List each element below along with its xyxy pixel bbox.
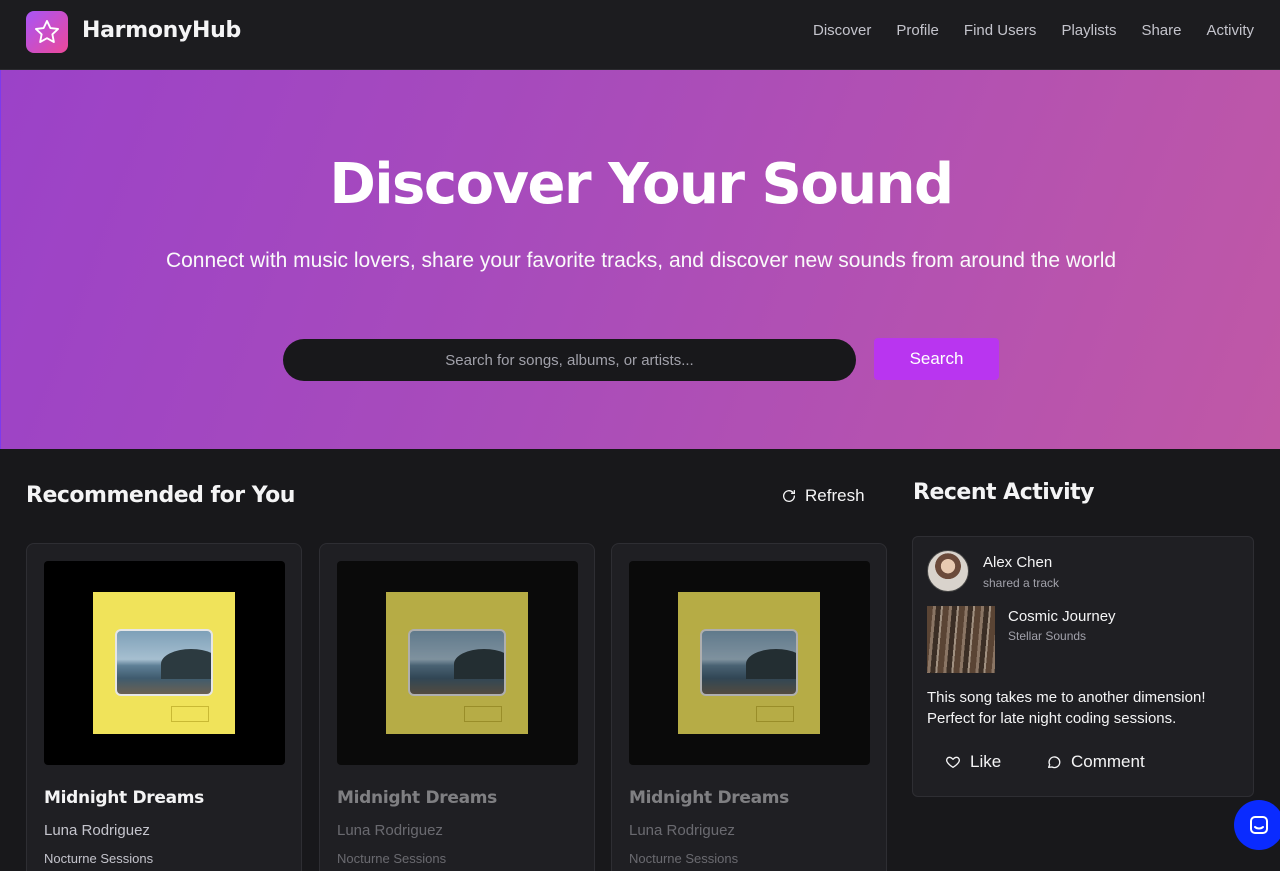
like-button[interactable]: Like	[945, 752, 1001, 772]
activity-comment: This song takes me to another dimension!…	[927, 689, 1206, 727]
album-art	[629, 561, 870, 765]
comment-label: Comment	[1071, 752, 1145, 771]
activity-item: Alex Chen shared a track Cosmic Journey …	[912, 536, 1254, 797]
like-label: Like	[970, 752, 1002, 771]
brand-name[interactable]: HarmonyHub	[82, 18, 241, 43]
track-title: Midnight Dreams	[629, 788, 789, 808]
activity-action: shared a track	[983, 576, 1060, 590]
nav-link-share[interactable]: Share	[1141, 22, 1181, 39]
comment-icon	[1048, 756, 1061, 769]
nav-link-find-users[interactable]: Find Users	[964, 22, 1037, 39]
chat-launcher-button[interactable]	[1234, 800, 1280, 850]
track-card[interactable]: Midnight Dreams Luna Rodriguez Nocturne …	[611, 543, 887, 871]
refresh-button[interactable]: Refresh	[781, 486, 865, 506]
activity-track-title[interactable]: Cosmic Journey	[1008, 608, 1116, 625]
nav-link-activity[interactable]: Activity	[1206, 22, 1254, 39]
nav-link-profile[interactable]: Profile	[896, 22, 939, 39]
refresh-label: Refresh	[805, 486, 865, 505]
recommended-title: Recommended for You	[26, 483, 295, 508]
heart-icon	[946, 756, 960, 768]
hero-title: Discover Your Sound	[329, 152, 954, 217]
nav-link-discover[interactable]: Discover	[813, 22, 871, 39]
star-icon	[34, 19, 60, 43]
activity-track-artist: Stellar Sounds	[1008, 629, 1087, 643]
track-card[interactable]: Midnight Dreams Luna Rodriguez Nocturne …	[26, 543, 302, 871]
comment-button[interactable]: Comment	[1046, 752, 1145, 772]
track-album: Nocturne Sessions	[44, 851, 154, 866]
search-input[interactable]	[283, 339, 856, 381]
hero-subtitle: Connect with music lovers, share your fa…	[165, 249, 1117, 272]
refresh-icon	[783, 490, 795, 502]
activity-user[interactable]: Alex Chen	[983, 554, 1052, 571]
logo[interactable]	[26, 11, 68, 53]
track-artist: Luna Rodriguez	[629, 822, 735, 839]
track-artist: Luna Rodriguez	[337, 822, 443, 839]
album-art	[44, 561, 285, 765]
avatar[interactable]	[927, 550, 969, 592]
track-card[interactable]: Midnight Dreams Luna Rodriguez Nocturne …	[319, 543, 595, 871]
track-thumbnail[interactable]	[927, 606, 995, 673]
activity-title: Recent Activity	[913, 480, 1095, 505]
track-title: Midnight Dreams	[44, 788, 204, 808]
nav-links: Discover Profile Find Users Playlists Sh…	[813, 22, 1254, 39]
chat-icon	[1250, 816, 1268, 834]
hero-section: Discover Your Sound Connect with music l…	[0, 70, 1280, 449]
track-artist: Luna Rodriguez	[44, 822, 150, 839]
track-album: Nocturne Sessions	[337, 851, 447, 866]
album-art	[337, 561, 578, 765]
top-nav: HarmonyHub Discover Profile Find Users P…	[0, 0, 1280, 70]
nav-link-playlists[interactable]: Playlists	[1061, 22, 1116, 39]
track-title: Midnight Dreams	[337, 788, 497, 808]
track-album: Nocturne Sessions	[629, 851, 739, 866]
search-button[interactable]: Search	[874, 338, 999, 380]
